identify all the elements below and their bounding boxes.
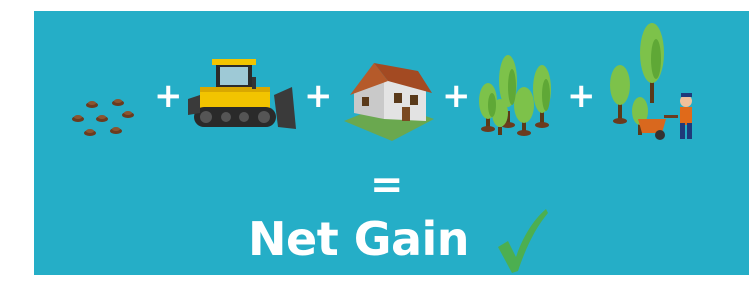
plus-sign-3: +	[442, 76, 471, 116]
house-icon	[344, 63, 434, 141]
checkmark-icon	[498, 209, 548, 273]
trees-icon	[479, 55, 551, 136]
soil-mounds-icon	[72, 99, 134, 136]
gardener-trees-icon	[610, 23, 692, 140]
net-gain-panel: + + + + = Net Gain	[34, 11, 749, 275]
plus-sign-4: +	[567, 76, 596, 116]
equals-sign: =	[370, 162, 404, 208]
result-row: Net Gain	[34, 207, 749, 275]
result-title: Net Gain	[248, 212, 470, 266]
plus-sign-2: +	[304, 76, 333, 116]
bulldozer-icon	[188, 59, 296, 129]
plus-sign-1: +	[154, 76, 183, 116]
